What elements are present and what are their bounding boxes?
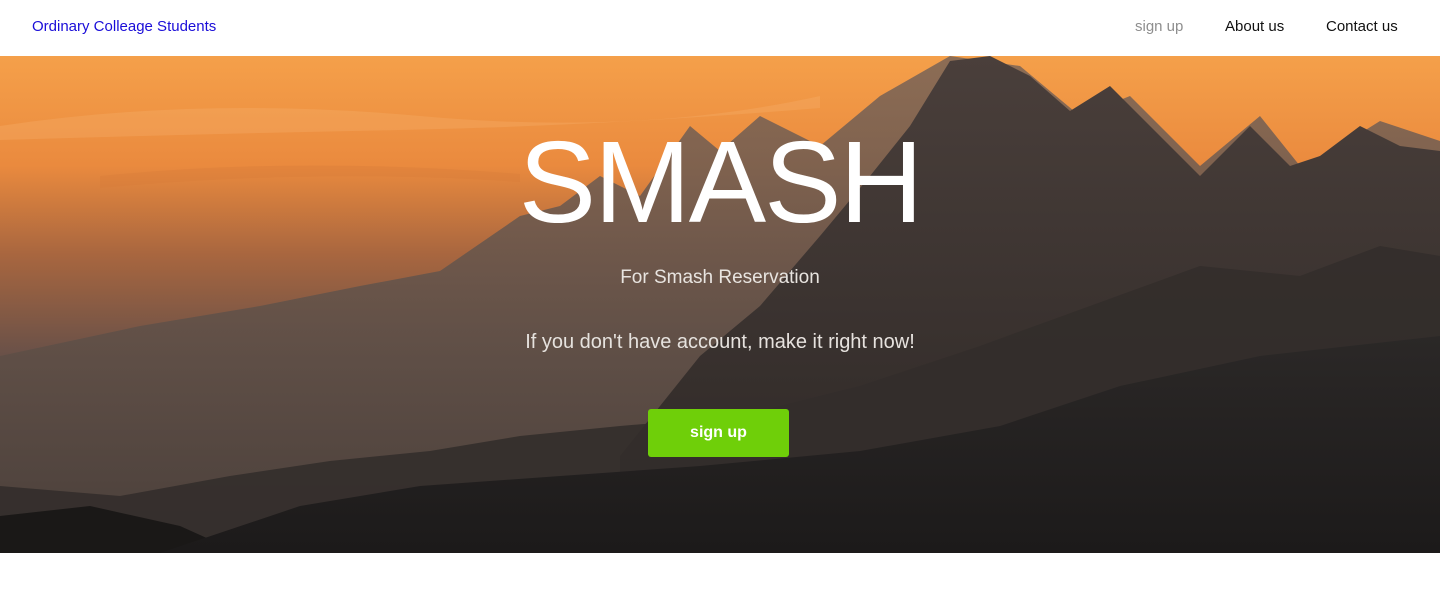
hero-section: SMASH For Smash Reservation If you don't… (0, 56, 1440, 553)
signup-button[interactable]: sign up (648, 409, 789, 457)
nav-signup-link[interactable]: sign up (1135, 18, 1183, 35)
nav-about-link[interactable]: About us (1225, 18, 1284, 35)
top-navbar: Ordinary Colleage Students sign up About… (0, 0, 1440, 56)
hero-subtitle: For Smash Reservation (620, 267, 820, 288)
hero-cta-text: If you don't have account, make it right… (525, 331, 915, 353)
brand-link[interactable]: Ordinary Colleage Students (32, 18, 216, 35)
nav-contact-link[interactable]: Contact us (1326, 18, 1398, 35)
hero-title: SMASH (518, 117, 924, 247)
